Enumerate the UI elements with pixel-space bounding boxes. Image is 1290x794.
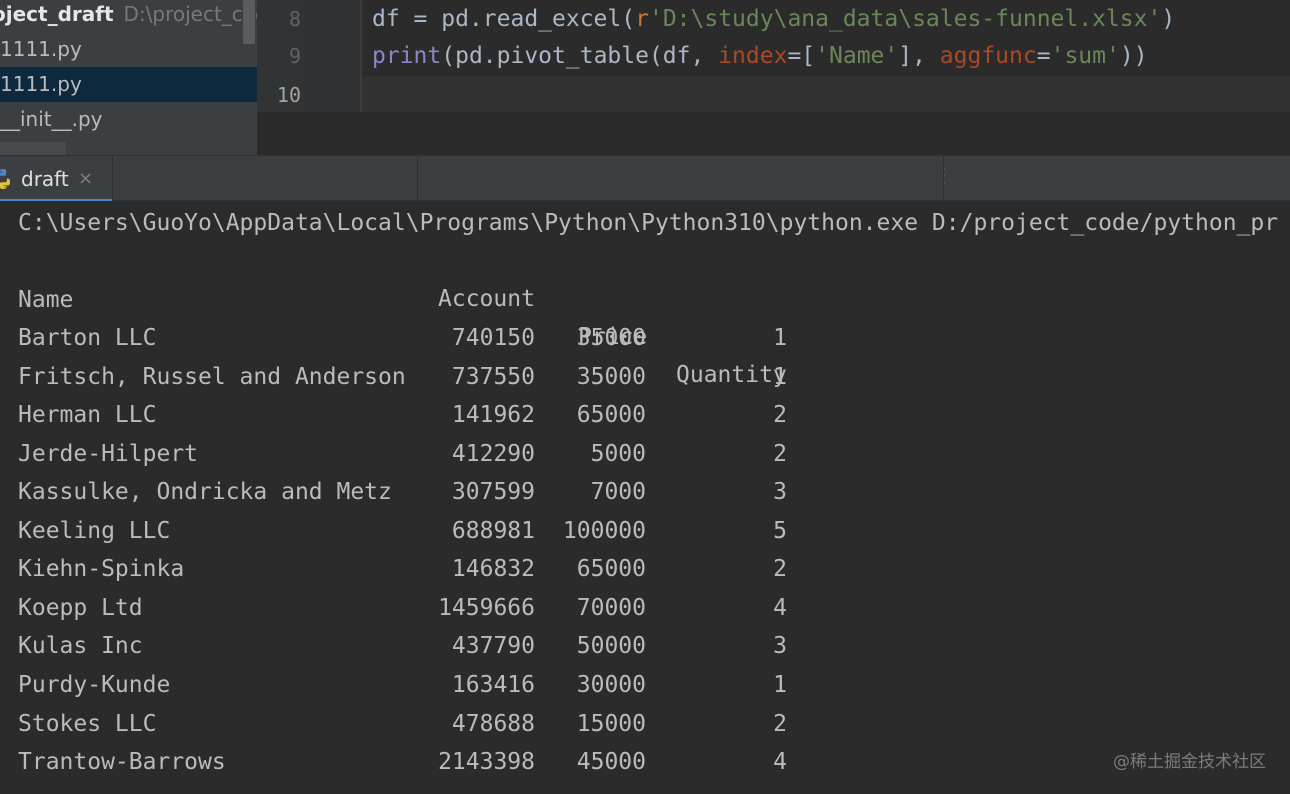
code-token: =[ [787,43,816,69]
row-name: Jerde-Hilpert [18,440,199,467]
code-token: )) [1119,43,1148,69]
header-divider [112,156,113,202]
row-price: 5000 [590,440,646,467]
row-name: Barton LLC [18,325,157,351]
row-account: 688981 [451,517,535,544]
row-account: 1459666 [438,594,535,621]
code-token-builtin: print [372,43,442,69]
row-account: 478688 [451,710,535,737]
code-token: (pd.pivot_table(df, [441,43,719,69]
editor-empty-area[interactable] [257,112,1290,155]
row-name: Keeling LLC [18,517,171,544]
row-price: 30000 [576,671,646,698]
tree-item-label: __init__.py [0,107,103,131]
code-token-string: 'sum' [1050,43,1120,69]
run-toolwindow-header: draft × ··· [0,155,1290,202]
row-price: 15000 [576,710,646,737]
row-name: Koepp Ltd [18,594,143,621]
index-name-label: Name [18,287,74,313]
code-token: ], [898,43,940,69]
row-quantity: 4 [773,594,787,621]
code-token: ) [1161,6,1176,32]
current-line-highlight [257,76,1290,112]
row-account: 146832 [451,556,535,583]
code-token-string: 'Name' [815,43,899,69]
tree-item-partial [0,142,66,155]
code-line-8[interactable]: df = pd.read_excel(r'D:\study\ana_data\s… [372,0,1175,38]
row-name: Kulas Inc [18,633,143,660]
row-price: 35000 [576,325,646,351]
row-quantity: 1 [773,363,787,390]
code-token-string: 'D:\study\ana_data\sales-funnel.xlsx' [648,6,1162,32]
project-name: oject_draft [0,2,114,26]
row-quantity: 5 [773,517,787,544]
row-price: 35000 [576,363,646,390]
row-account: 737550 [451,363,535,390]
line-number-current: 10 [276,83,301,107]
row-account: 2143398 [438,749,535,776]
row-price: 7000 [590,479,646,506]
run-tab-label: draft [21,167,69,191]
row-price: 50000 [576,633,646,660]
row-account: 437790 [451,633,535,660]
row-quantity: 1 [773,671,787,698]
row-quantity: 2 [773,710,787,737]
header-divider [943,156,944,202]
line-number: 8 [288,7,301,31]
row-name: Stokes LLC [18,710,157,737]
project-path: D:\project_cod [123,2,257,26]
row-name: Kassulke, Ondricka and Metz [18,479,392,506]
row-price: 45000 [576,749,646,776]
console-command-line: C:\Users\GuoYo\AppData\Local\Programs\Py… [18,210,1279,236]
gutter-divider [360,0,362,112]
code-line-9[interactable]: print(pd.pivot_table(df, index=['Name'],… [372,37,1148,75]
python-icon [0,167,15,195]
code-token: df = pd.read_excel( [372,6,636,32]
row-quantity: 2 [773,402,787,429]
code-token-param: index [718,43,788,69]
row-name: Fritsch, Russel and Anderson [18,363,406,390]
header-divider [417,156,418,202]
row-price: 65000 [576,556,646,583]
row-price: 70000 [576,594,646,621]
row-account: 412290 [451,440,535,467]
row-account: 163416 [451,671,535,698]
row-price: 100000 [562,517,646,544]
row-name: Kiehn-Spinka [18,556,185,583]
tree-item-file-selected[interactable]: 1111.py [0,67,257,102]
run-tab-draft[interactable]: draft × [0,156,112,202]
row-account: 740150 [451,325,535,351]
project-tree: oject_draft D:\project_cod 1111.py 1111.p… [0,0,257,155]
row-account: 307599 [451,479,535,506]
sidebar-scrollbar[interactable] [243,0,255,44]
row-name: Trantow-Barrows [18,749,226,776]
code-editor[interactable]: 8 9 10 df = pd.read_excel(r'D:\study\ana… [257,0,1290,155]
column-header-account: Account [438,286,535,312]
row-quantity: 2 [773,440,787,467]
run-console[interactable]: C:\Users\GuoYo\AppData\Local\Programs\Py… [0,201,1290,794]
row-quantity: 2 [773,556,787,583]
close-icon[interactable]: × [78,156,93,202]
row-name: Herman LLC [18,402,157,429]
code-token: = [1036,43,1051,69]
tree-item-label: 1111.py [0,37,82,61]
row-account: 141962 [451,402,535,429]
tree-root-project[interactable]: oject_draft D:\project_cod [0,0,257,32]
row-quantity: 4 [773,749,787,776]
row-price: 65000 [576,402,646,429]
line-number: 9 [288,44,301,68]
tree-item-file[interactable]: 1111.py [0,32,257,67]
tree-item-file[interactable]: __init__.py [0,102,257,137]
code-token-string-prefix: r [635,6,649,32]
row-quantity: 1 [773,325,787,351]
fold-gutter [304,0,363,112]
row-quantity: 3 [773,479,787,506]
code-token-param: aggfunc [939,43,1037,69]
watermark: @稀土掘金技术社区 [1113,752,1266,772]
tree-item-label: 1111.py [0,72,82,96]
row-name: Purdy-Kunde [18,671,171,698]
row-quantity: 3 [773,633,787,660]
line-number-gutter: 8 9 10 [257,0,304,112]
